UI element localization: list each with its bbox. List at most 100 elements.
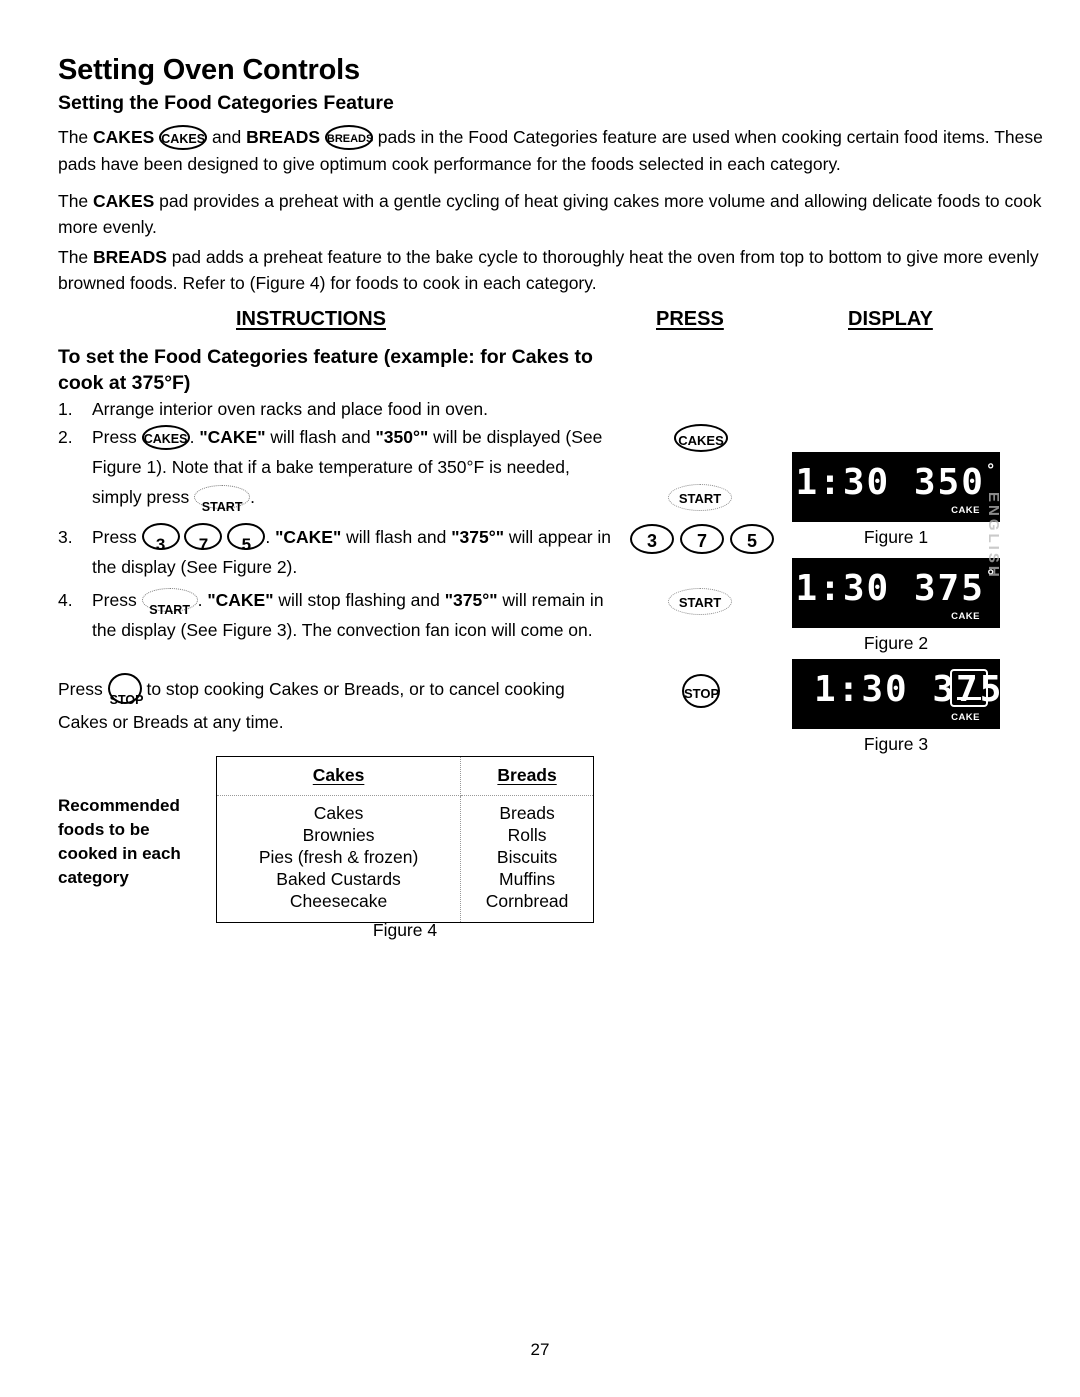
lcd-value: 1:30 375 [795, 568, 985, 609]
keypad-3-icon: 3 [141, 522, 180, 554]
step-3-number: 3. [58, 527, 73, 547]
figure-3-caption: Figure 3 [863, 734, 929, 754]
column-header-display: DISPLAY [848, 308, 933, 330]
lcd-value: 1:30 350 [795, 462, 985, 503]
intro-p1-text-a: The [58, 127, 94, 147]
cakes-pad-icon: CAKES [141, 424, 190, 450]
intro-p3-bold: BREADS [93, 247, 167, 267]
press-stop-pad-icon: STOP [682, 674, 720, 708]
list-item: Cornbread [485, 891, 569, 911]
step-1-number: 1. [58, 399, 73, 419]
step-3-text: Press 3 7 5. "CAKE" will flash and "375°… [92, 522, 618, 582]
step-2-quote-cake: "CAKE" [199, 427, 266, 447]
document-page: Setting Oven Controls Setting the Food C… [0, 0, 1080, 1397]
step-3-text-a: Press [92, 527, 142, 547]
instruction-closing-paragraph: Press STOP to stop cooking Cakes or Brea… [58, 672, 618, 738]
step-3-text-c: will flash and [341, 527, 452, 547]
column-header-press: PRESS [656, 308, 724, 330]
table-cell-cakes-items: Cakes Brownies Pies (fresh & frozen) Bak… [215, 795, 462, 923]
keypad-5-icon: 5 [227, 522, 266, 554]
list-item: Pies (fresh & frozen) [258, 847, 419, 867]
step-1-text: Arrange interior oven racks and place fo… [92, 399, 488, 419]
intro-paragraph-3: The BREADS pad adds a preheat feature to… [58, 244, 1048, 296]
press-start-pad-icon: START [668, 484, 732, 511]
lcd-cake-indicator: CAKE [951, 505, 980, 516]
step-2-text-a: Press [92, 427, 142, 447]
step-2-number: 2. [58, 427, 73, 447]
table-row: Cakes Brownies Pies (fresh & frozen) Bak… [215, 795, 594, 923]
list-item: Brownies [302, 825, 375, 845]
intro-p3-text-b: pad adds a preheat feature to the bake c… [58, 247, 1039, 293]
figure-4-table: Cakes Breads Cakes Brownies Pies (fresh … [215, 756, 594, 923]
table-header-cakes: Cakes [215, 756, 462, 796]
stop-pad-icon: STOP [107, 672, 143, 707]
instruction-step-4: 4. Press START. "CAKE" will stop flashin… [58, 585, 618, 645]
intro-paragraph-2: The CAKES pad provides a preheat with a … [58, 188, 1048, 240]
degree-icon: ° [1004, 667, 1017, 686]
intro-p1-text-b: and [207, 127, 247, 147]
list-item: Rolls [507, 825, 547, 845]
figure-4-caption: Figure 4 [372, 920, 438, 940]
step-2-text: Press CAKES. "CAKE" will flash and "350°… [92, 422, 618, 514]
page-number: 27 [530, 1340, 550, 1359]
lcd-readout: 1:30 375° [792, 566, 1000, 609]
list-item: Cheesecake [289, 891, 388, 911]
step-3-text-b: . [265, 527, 276, 547]
table-header-breads: Breads [460, 756, 594, 796]
step-4-text: Press START. "CAKE" will stop flashing a… [92, 585, 618, 645]
step-3-quote-375: "375°" [451, 527, 504, 547]
intro-p2-text-b: pad provides a preheat with a gentle cyc… [58, 191, 1042, 237]
column-header-instructions: INSTRUCTIONS [236, 308, 386, 330]
instruction-step-1: 1. Arrange interior oven racks and place… [58, 394, 618, 424]
scan-artifact-text: ENGLISH [985, 492, 1002, 580]
breads-pad-icon: BREADS [324, 124, 373, 150]
display-figure-3: 1:30 375° CAKE Figure 3 [792, 659, 1014, 754]
display-figure-2: 1:30 375° CAKE Figure 2 [792, 558, 1000, 653]
lcd-cake-indicator: CAKE [951, 712, 980, 723]
step-4-text-b: . [197, 590, 208, 610]
press-keypad-5-icon: 5 [730, 524, 774, 554]
list-item: Muffins [499, 869, 556, 889]
step-4-text-a: Press [92, 590, 142, 610]
intro-p2-text-a: The [58, 191, 94, 211]
press-start-pad-icon: START [668, 588, 732, 615]
start-pad-icon: START [194, 485, 251, 514]
list-item: Breads [499, 803, 555, 823]
degree-icon: ° [985, 460, 998, 479]
figure-2-caption: Figure 2 [863, 633, 929, 653]
step-4-text-c: will stop flashing and [273, 590, 445, 610]
step-2-text-c: will flash and [265, 427, 376, 447]
list-item: Biscuits [496, 847, 558, 867]
lcd-readout: 1:30 350° [792, 460, 1000, 503]
instructions-title: To set the Food Categories feature (exam… [58, 346, 593, 394]
intro-p3-text-a: The [58, 247, 94, 267]
step-3-quote-cake: "CAKE" [275, 527, 342, 547]
lcd-screen: 1:30 375° CAKE [792, 659, 1014, 729]
step-4-quote-375: "375°" [444, 590, 498, 610]
press-keypad-group: 3 7 5 [630, 524, 775, 554]
lcd-screen: 1:30 375° CAKE [792, 558, 1000, 628]
figure-4-row-label: Recommended foods to be cooked in each c… [58, 796, 181, 887]
keypad-7-icon: 7 [184, 522, 223, 554]
step-2-text-e: . [250, 487, 255, 507]
list-item: Baked Custards [276, 869, 401, 889]
list-item: Cakes [313, 803, 364, 823]
step-2-text-b: . [189, 427, 200, 447]
step-4-number: 4. [58, 590, 73, 610]
step-4-quote-cake: "CAKE" [207, 590, 274, 610]
figure-1-caption: Figure 1 [863, 527, 929, 547]
press-cakes-pad-icon: CAKES [674, 424, 728, 452]
cakes-pad-icon: CAKES [159, 124, 208, 150]
intro-p1-cakes-bold: CAKES [93, 127, 155, 147]
press-keypad-7-icon: 7 [680, 524, 724, 554]
instruction-step-3: 3. Press 3 7 5. "CAKE" will flash and "3… [58, 522, 618, 582]
step-2-quote-350: "350°" [375, 427, 429, 447]
intro-p1-breads-bold: BREADS [246, 127, 321, 147]
intro-paragraph-1: The CAKES CAKES and BREADS BREADS pads i… [58, 124, 1048, 177]
lcd-screen: 1:30 350° CAKE [792, 452, 1000, 522]
table-header-row: Cakes Breads [215, 756, 594, 796]
table-cell-breads-items: Breads Rolls Biscuits Muffins Cornbread [460, 795, 594, 923]
instruction-step-2: 2. Press CAKES. "CAKE" will flash and "3… [58, 422, 618, 514]
display-figure-1: 1:30 350° CAKE Figure 1 [792, 452, 1000, 547]
convection-fan-icon [950, 669, 988, 707]
